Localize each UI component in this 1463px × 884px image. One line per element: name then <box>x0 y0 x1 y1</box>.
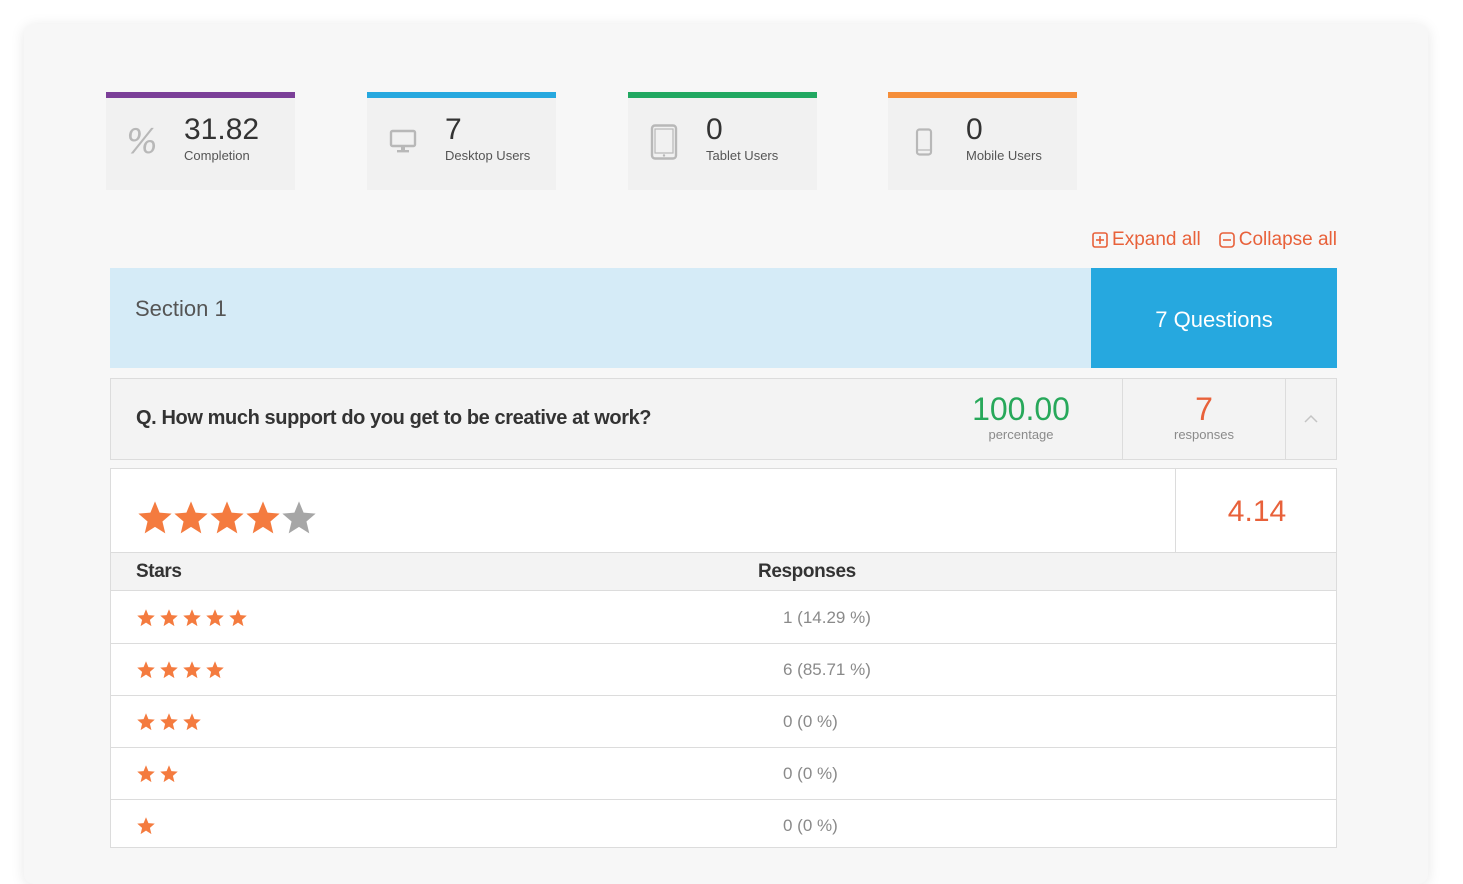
responses-stat: 7 responses <box>1123 391 1285 442</box>
star-icon <box>183 661 201 679</box>
card-accent-bar <box>106 92 295 98</box>
stat-card-mobile: 0 Mobile Users <box>888 92 1077 190</box>
star-icon <box>137 609 155 627</box>
table-row: 1 (14.29 %) <box>111 592 1336 644</box>
star-filled-icon <box>210 501 244 534</box>
response-count: 6 (85.71 %) <box>783 660 871 679</box>
table-row: 6 (85.71 %) <box>111 644 1336 696</box>
section-title: Section 1 <box>135 296 227 321</box>
star-icon <box>183 713 201 731</box>
star-icon <box>206 609 224 627</box>
stat-card-desktop: 7 Desktop Users <box>367 92 556 190</box>
responses-value: 7 <box>1195 391 1213 427</box>
percentage-label: percentage <box>988 427 1054 442</box>
table-row: 0 (0 %) <box>111 800 1336 852</box>
star-icon <box>160 713 178 731</box>
chevron-up-icon <box>1304 414 1318 423</box>
completion-label: Completion <box>184 148 250 163</box>
collapse-all-label: Collapse all <box>1238 229 1337 250</box>
expand-all-button[interactable]: Expand all <box>1092 229 1201 251</box>
star-filled-icon <box>174 501 208 534</box>
response-count: 0 (0 %) <box>783 764 838 783</box>
questions-count-badge: 7 Questions <box>1091 268 1337 368</box>
column-header-responses: Responses <box>758 561 856 582</box>
star-count <box>136 764 179 784</box>
rating-results: 4.14 Stars Responses 1 (14.29 %) 6 (85.71… <box>110 468 1337 848</box>
mobile-icon <box>906 124 942 160</box>
question-text: Q. How much support do you get to be cre… <box>136 407 652 429</box>
table-header: Stars Responses <box>111 553 1336 591</box>
percent-icon: % <box>125 122 159 162</box>
star-icon <box>160 765 178 783</box>
desktop-users-label: Desktop Users <box>445 148 531 163</box>
percentage-stat: 100.00 percentage <box>941 391 1101 442</box>
star-icon <box>137 713 155 731</box>
mobile-users-label: Mobile Users <box>966 148 1042 163</box>
star-icon <box>137 765 155 783</box>
section-header[interactable]: Section 1 7 Questions <box>110 268 1337 368</box>
star-icon <box>229 609 247 627</box>
card-accent-bar <box>367 92 556 98</box>
expand-all-label: Expand all <box>1112 229 1201 250</box>
plus-square-icon <box>1092 232 1108 248</box>
completion-value: 31.82 <box>184 113 260 146</box>
collapse-toggle-button[interactable] <box>1286 379 1336 459</box>
mobile-users-value: 0 <box>966 113 983 146</box>
star-count <box>136 816 156 836</box>
stat-card-tablet: 0 Tablet Users <box>628 92 817 190</box>
star-icon <box>183 609 201 627</box>
response-count: 0 (0 %) <box>783 816 838 835</box>
star-icon <box>137 661 155 679</box>
stat-card-completion: % 31.82 Completion <box>106 92 295 190</box>
average-rating-row: 4.14 <box>111 469 1336 553</box>
responses-label: responses <box>1174 427 1234 442</box>
tablet-icon <box>646 124 682 160</box>
star-icon <box>137 817 155 835</box>
response-count: 1 (14.29 %) <box>783 608 871 627</box>
desktop-users-value: 7 <box>445 113 462 146</box>
tablet-users-value: 0 <box>706 113 723 146</box>
table-row: 0 (0 %) <box>111 748 1336 800</box>
question-row[interactable]: Q. How much support do you get to be cre… <box>110 378 1337 460</box>
column-header-stars: Stars <box>136 561 182 582</box>
card-accent-bar <box>888 92 1077 98</box>
card-accent-bar <box>628 92 817 98</box>
star-filled-icon <box>246 501 280 534</box>
average-rating-value: 4.14 <box>1227 495 1287 528</box>
star-count <box>136 712 202 732</box>
tablet-users-label: Tablet Users <box>706 148 779 163</box>
response-count: 0 (0 %) <box>783 712 838 731</box>
star-filled-icon <box>138 501 172 534</box>
average-star-rating <box>136 499 316 537</box>
percentage-value: 100.00 <box>972 391 1070 427</box>
star-icon <box>160 609 178 627</box>
table-row: 0 (0 %) <box>111 696 1336 748</box>
star-empty-icon <box>282 501 316 534</box>
desktop-icon <box>385 124 421 160</box>
star-count <box>136 608 248 628</box>
collapse-all-button[interactable]: Collapse all <box>1218 229 1337 251</box>
expand-collapse-toolbar: Expand all Collapse all <box>1092 229 1337 251</box>
star-icon <box>160 661 178 679</box>
star-icon <box>206 661 224 679</box>
minus-square-icon <box>1218 232 1235 248</box>
star-count <box>136 660 225 680</box>
